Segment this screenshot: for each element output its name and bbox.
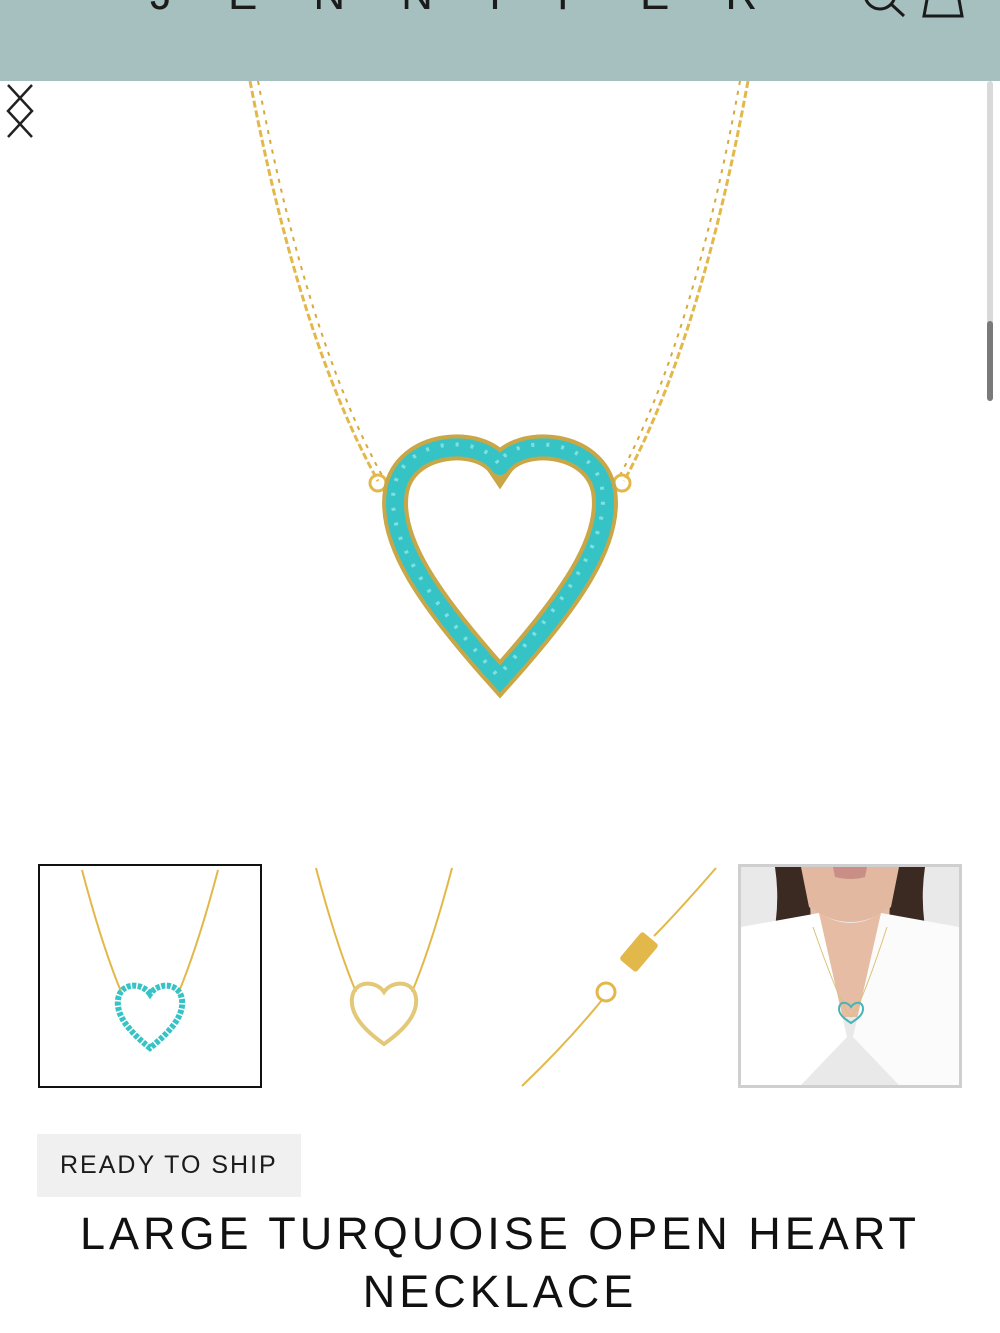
brand-logo[interactable]: JENNIFER MEYER	[150, 0, 850, 20]
product-main-image[interactable]	[0, 81, 1000, 841]
thumbnail-turquoise-heart[interactable]	[38, 864, 262, 1088]
product-title: LARGE TURQUOISE OPEN HEART NECKLACE	[80, 1208, 920, 1317]
ready-to-ship-badge: READY TO SHIP	[37, 1134, 301, 1197]
thumbnail-model-wearing[interactable]	[738, 864, 962, 1088]
shopping-bag-icon[interactable]	[918, 0, 968, 18]
search-icon[interactable]	[858, 0, 908, 18]
chevron-right-icon[interactable]	[0, 81, 40, 141]
thumbnail-turquoise-heart-image	[81, 869, 219, 1052]
thumbnail-strip	[38, 864, 968, 1090]
scrollbar-thumb[interactable]	[987, 321, 993, 401]
thumbnail-clasp-detail-image	[521, 867, 717, 1087]
thumbnail-model-wearing-image	[741, 867, 959, 1085]
turquoise-heart-necklace-image	[248, 81, 750, 699]
thumbnail-gold-heart[interactable]	[272, 864, 496, 1088]
thumbnail-clasp-detail[interactable]	[506, 864, 730, 1088]
thumbnail-gold-heart-image	[315, 867, 453, 1047]
site-header: JENNIFER MEYER	[0, 0, 1000, 81]
